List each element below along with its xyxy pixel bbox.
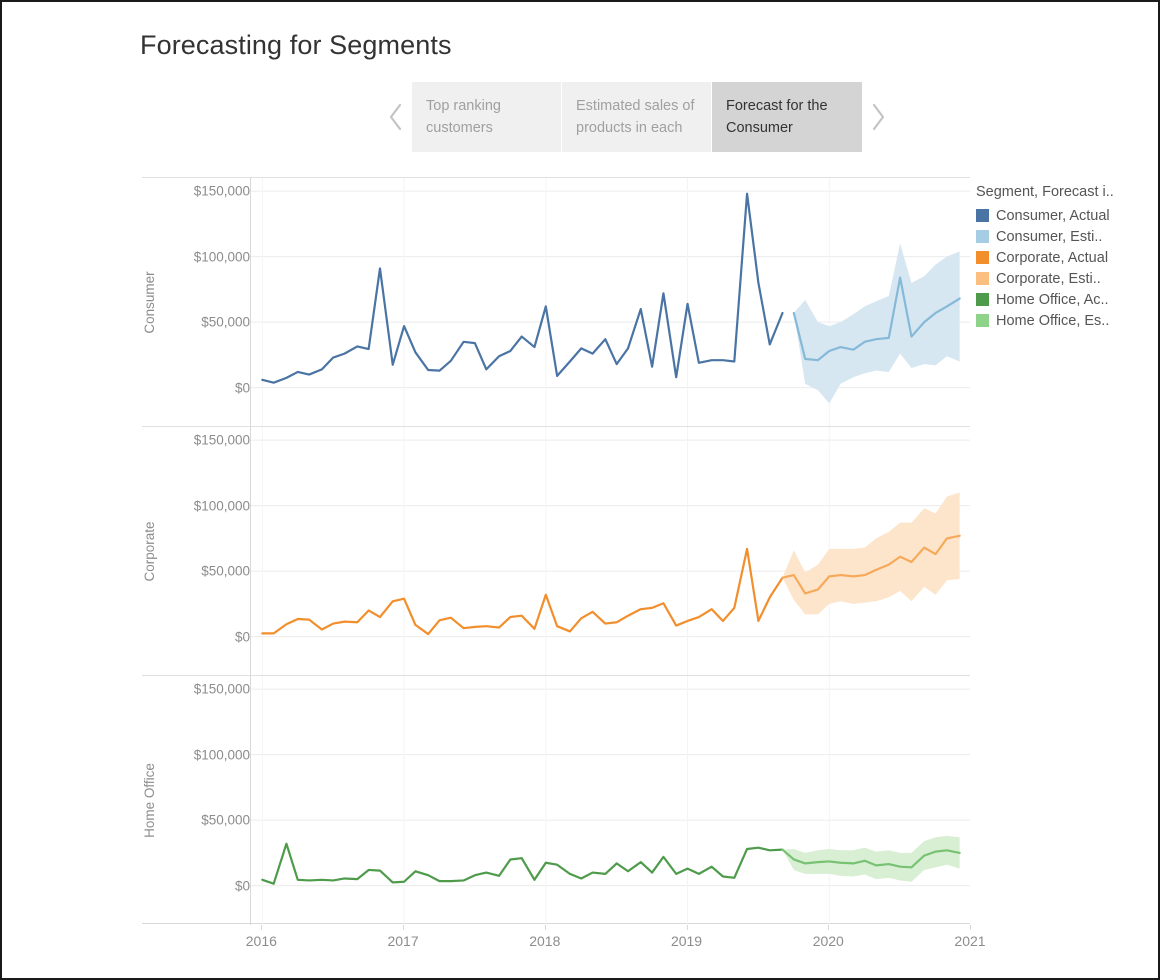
plot-corporate xyxy=(250,427,970,676)
story-navigation: Top ranking customers Estimated sales of… xyxy=(380,82,894,152)
y-tick-label: $0 xyxy=(234,878,250,894)
chevron-left-icon[interactable] xyxy=(380,82,412,152)
y-tick-label: $150,000 xyxy=(193,681,250,697)
legend-swatch xyxy=(976,272,989,285)
y-tick-label: $50,000 xyxy=(201,812,250,828)
legend-swatch xyxy=(976,209,989,222)
legend-item[interactable]: Consumer, Actual xyxy=(976,205,1152,226)
story-tab-0[interactable]: Top ranking customers xyxy=(412,82,562,152)
x-tick-mark xyxy=(261,925,263,930)
page-title: Forecasting for Segments xyxy=(140,30,452,60)
actual-line[interactable] xyxy=(261,547,784,636)
y-tick-label: $100,000 xyxy=(193,249,250,265)
actual-line[interactable] xyxy=(261,192,784,384)
y-tick-label: $50,000 xyxy=(201,563,250,579)
x-tick-label: 2021 xyxy=(954,933,986,949)
y-tick-label: $100,000 xyxy=(193,498,250,514)
legend-item[interactable]: Consumer, Esti.. xyxy=(976,226,1152,247)
plot-home-office xyxy=(250,676,970,925)
legend-swatch xyxy=(976,314,989,327)
legend: Segment, Forecast i.. Consumer, Actual Co… xyxy=(976,184,1152,331)
y-tick-label: $50,000 xyxy=(201,314,250,330)
x-tick-label: 2020 xyxy=(812,933,844,949)
series-group xyxy=(251,676,970,925)
panel-corporate: Corporate $0 $50,000 $100,000 $150,000 xyxy=(142,426,970,676)
legend-item[interactable]: Corporate, Actual xyxy=(976,247,1152,268)
legend-item[interactable]: Home Office, Ac.. xyxy=(976,289,1152,310)
legend-item[interactable]: Home Office, Es.. xyxy=(976,310,1152,331)
legend-title: Segment, Forecast i.. xyxy=(976,184,1114,200)
series-group xyxy=(251,427,970,676)
x-tick-mark xyxy=(403,925,405,930)
forecast-chart: Consumer $0 $50,000 $100,000 $150,000 Corpo… xyxy=(142,177,970,925)
y-axis-home-office: Home Office $0 $50,000 $100,000 $150,000 xyxy=(142,676,251,925)
x-tick-mark xyxy=(544,925,546,930)
story-tab-1[interactable]: Estimated sales of products in each xyxy=(562,82,712,152)
confidence-band xyxy=(793,243,960,404)
panel-consumer: Consumer $0 $50,000 $100,000 $150,000 xyxy=(142,177,970,427)
dashboard-viewport: Forecasting for Segments Top ranking cus… xyxy=(0,0,1160,980)
legend-label: Home Office, Ac.. xyxy=(996,291,1109,308)
x-axis: 2016 2017 2018 2019 2020 2021 xyxy=(246,925,986,967)
x-tick-label: 2016 xyxy=(245,933,277,949)
confidence-band xyxy=(782,835,960,882)
legend-label: Consumer, Esti.. xyxy=(996,228,1103,245)
x-tick-mark xyxy=(970,925,971,930)
story-tab-2[interactable]: Forecast for the Consumer xyxy=(712,82,862,152)
y-tick-label: $0 xyxy=(234,380,250,396)
x-tick-mark xyxy=(686,925,688,930)
x-tick-label: 2017 xyxy=(387,933,419,949)
legend-label: Corporate, Esti.. xyxy=(996,270,1101,287)
legend-label: Home Office, Es.. xyxy=(996,312,1110,329)
legend-swatch xyxy=(976,293,989,306)
y-tick-label: $0 xyxy=(234,629,250,645)
chevron-right-icon[interactable] xyxy=(862,82,894,152)
y-axis-consumer: Consumer $0 $50,000 $100,000 $150,000 xyxy=(142,178,251,427)
panel-home-office: Home Office $0 $50,000 $100,000 $150,000 xyxy=(142,675,970,925)
legend-swatch xyxy=(976,230,989,243)
y-axis-corporate: Corporate $0 $50,000 $100,000 $150,000 xyxy=(142,427,251,676)
x-tick-mark xyxy=(828,925,830,930)
series-group xyxy=(251,178,970,427)
x-tick-label: 2018 xyxy=(529,933,561,949)
legend-label: Consumer, Actual xyxy=(996,207,1110,224)
y-tick-label: $100,000 xyxy=(193,747,250,763)
legend-swatch xyxy=(976,251,989,264)
legend-label: Corporate, Actual xyxy=(996,249,1109,266)
y-tick-label: $150,000 xyxy=(193,432,250,448)
legend-item[interactable]: Corporate, Esti.. xyxy=(976,268,1152,289)
y-tick-label: $150,000 xyxy=(193,183,250,199)
actual-line[interactable] xyxy=(261,842,784,885)
plot-consumer xyxy=(250,178,970,427)
x-tick-label: 2019 xyxy=(670,933,703,949)
legend-items: Consumer, Actual Consumer, Esti.. Corporat… xyxy=(976,205,1152,331)
